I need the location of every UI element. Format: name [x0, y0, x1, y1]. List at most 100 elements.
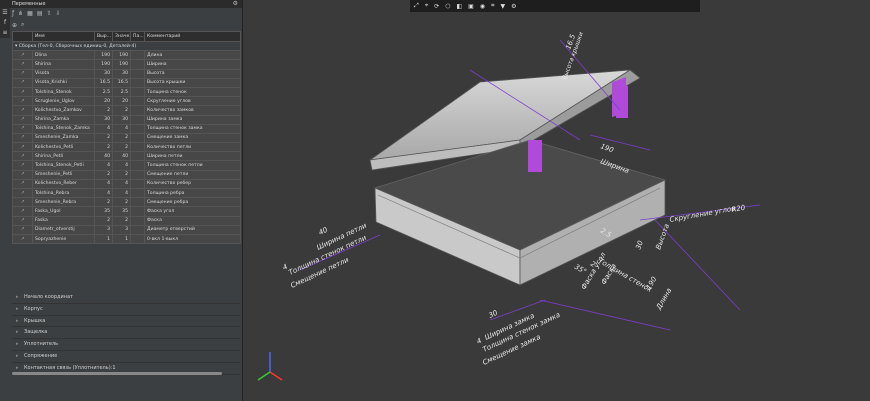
expand-arrow-icon[interactable]: ▸	[16, 316, 19, 327]
table-row[interactable]: ↗ Scruglenie_Uglov 20 20 Скругление углов	[12, 96, 241, 107]
cell-parameter[interactable]	[130, 123, 145, 134]
cell-parameter[interactable]	[130, 215, 145, 226]
cell-comment[interactable]: Скругление углов	[144, 96, 241, 107]
cell-parameter[interactable]	[130, 233, 145, 245]
cell-comment[interactable]: Толщина стенок петли	[144, 160, 241, 171]
col-expression[interactable]: Выр...	[94, 31, 113, 42]
cell-comment[interactable]: Длина	[144, 50, 241, 61]
cell-comment[interactable]: Толщина ребра	[144, 187, 241, 199]
cell-expression[interactable]: 2	[94, 215, 113, 226]
table-row[interactable]: ↗ Tolshina_Stenok_Zamka 4 4 Толщина стенок з…	[12, 123, 241, 134]
cell-comment[interactable]: Фаска	[144, 215, 241, 226]
cell-expression[interactable]: 35	[94, 206, 113, 217]
section-item[interactable]: ▸ Корпус	[12, 304, 240, 316]
visibility-icon[interactable]: ◉	[480, 3, 485, 10]
rotate-icon[interactable]: ⟳	[434, 3, 439, 10]
cell-parameter[interactable]	[130, 187, 145, 199]
cell-name[interactable]: Shirina_Petli	[32, 151, 95, 162]
variable-link-icon[interactable]: ↗	[12, 151, 33, 162]
cell-value[interactable]: 2	[112, 215, 131, 226]
cell-value[interactable]: 2	[112, 105, 131, 116]
cell-expression[interactable]: 16.5	[94, 77, 113, 88]
cell-value[interactable]: 40	[112, 151, 131, 162]
cell-comment[interactable]: Ширина петли	[144, 151, 241, 162]
filter-view-icon[interactable]: ▼	[500, 3, 505, 10]
cell-value[interactable]: 30	[112, 114, 131, 125]
section-item[interactable]: ▸ Начало координат	[12, 292, 240, 304]
fx-tab-icon[interactable]: f	[0, 18, 10, 28]
display-mode-icon[interactable]: ◧	[456, 3, 462, 10]
variable-link-icon[interactable]: ↗	[12, 197, 33, 208]
variable-link-icon[interactable]: ↗	[12, 178, 33, 190]
variable-link-icon[interactable]: ↗	[12, 123, 33, 134]
cell-comment[interactable]: Смещение петли	[144, 169, 241, 180]
cell-name[interactable]: Shirina	[32, 59, 95, 70]
cell-expression[interactable]: 20	[94, 96, 113, 107]
cell-expression[interactable]: 2	[94, 132, 113, 144]
cell-name[interactable]: Sopryazhenie	[32, 233, 95, 245]
cell-parameter[interactable]	[130, 105, 145, 116]
measure-icon[interactable]: ⌗	[491, 2, 494, 10]
cell-expression[interactable]: 2	[94, 169, 113, 180]
cell-value[interactable]: 4	[112, 178, 131, 190]
table-row[interactable]: ↗ Visota 30 30 Высота	[12, 68, 241, 79]
cell-name[interactable]: Tolshina_Stenok_Zamka	[32, 123, 95, 134]
cell-value[interactable]: 4	[112, 160, 131, 171]
arrow-down-icon[interactable]: ⇩	[56, 10, 61, 17]
cell-name[interactable]: Faska_Ugol	[32, 206, 95, 217]
expand-arrow-icon[interactable]: ▸	[16, 304, 19, 315]
cell-expression[interactable]: 2	[94, 197, 113, 208]
assembly-group-row[interactable]: ▾ Сборка (Тел-0, Сборочных единиц-0, Дет…	[12, 40, 241, 52]
cell-parameter[interactable]	[130, 50, 145, 61]
table-row[interactable]: ↗ Smeshenie_Petli 2 2 Смещение петли	[12, 169, 241, 180]
table-row[interactable]: ↗ Shirina_Zamka 30 30 Ширина замка	[12, 114, 241, 125]
table-row[interactable]: ↗ Kolichestvo_Petli 2 2 Количество петли	[12, 142, 241, 153]
3d-viewport[interactable]: 16.5 Высота крышки 190 Ширина R20 Скругл…	[243, 0, 870, 401]
table-row[interactable]: ↗ Tolshina_Rebra 4 4 Толщина ребра	[12, 187, 241, 199]
cell-value[interactable]: 3	[112, 224, 131, 235]
cell-comment[interactable]: Диаметр отверстий	[144, 224, 241, 235]
table-row[interactable]: ↗ Faska_Ugol 35 35 Фаска угол	[12, 206, 241, 217]
variable-link-icon[interactable]: ↗	[12, 132, 33, 144]
cell-parameter[interactable]	[130, 132, 145, 144]
cell-parameter[interactable]	[130, 59, 145, 70]
cell-value[interactable]: 2	[112, 169, 131, 180]
variable-link-icon[interactable]: ↗	[12, 233, 33, 245]
variable-link-icon[interactable]: ↗	[12, 206, 33, 217]
cell-value[interactable]: 2	[112, 197, 131, 208]
cell-value[interactable]: 190	[112, 50, 131, 61]
cell-parameter[interactable]	[130, 142, 145, 153]
table-row[interactable]: ↗ Tolshina_Stenok_Petli 4 4 Толщина стенок п…	[12, 160, 241, 171]
add-variable-icon[interactable]: ⊕	[12, 22, 17, 29]
table-row[interactable]: ↗ Smeshenie_Zamka 2 2 Смещение замка	[12, 132, 241, 144]
table-row[interactable]: ↗ Sopryazhenie 1 1 0-вкл 1-выкл	[12, 233, 241, 245]
expand-arrow-icon[interactable]: ▸	[16, 327, 19, 338]
tree-icon[interactable]: ⋔	[18, 10, 23, 17]
cell-value[interactable]: 16.5	[112, 77, 131, 88]
cell-name[interactable]: Smeshenie_Petli	[32, 169, 95, 180]
cell-name[interactable]: Tolshina_Stenok	[32, 86, 95, 98]
table-row[interactable]: ↗ Faska 2 2 Фаска	[12, 215, 241, 226]
table-row[interactable]: ↗ Smeshenie_Rebra 2 2 Смещение ребра	[12, 197, 241, 208]
cell-expression[interactable]: 3	[94, 224, 113, 235]
table-row[interactable]: ↗ Shirina_Petli 40 40 Ширина петли	[12, 151, 241, 162]
cell-parameter[interactable]	[130, 96, 145, 107]
col-name[interactable]: Имя	[32, 31, 95, 42]
cell-expression[interactable]: 1	[94, 233, 113, 245]
cell-parameter[interactable]	[130, 169, 145, 180]
cell-comment[interactable]: Ширина	[144, 59, 241, 70]
variable-link-icon[interactable]: ↗	[12, 142, 33, 153]
cell-value[interactable]: 1	[112, 233, 131, 245]
cell-comment[interactable]: Толщина стенок	[144, 86, 241, 98]
cell-comment[interactable]: Ширина замка	[144, 114, 241, 125]
variable-link-icon[interactable]: ↗	[12, 215, 33, 226]
col-comment[interactable]: Комментарий	[144, 31, 241, 42]
pan-icon[interactable]: ⌖	[425, 2, 428, 10]
gear-icon[interactable]: ⚙	[233, 0, 238, 8]
cell-expression[interactable]: 2.5	[94, 86, 113, 98]
cell-parameter[interactable]	[130, 114, 145, 125]
section-item[interactable]: ▸ Сопряжение	[12, 351, 240, 363]
cell-expression[interactable]: 4	[94, 187, 113, 199]
cell-value[interactable]: 2	[112, 142, 131, 153]
tree-tab-icon[interactable]: ☰	[0, 8, 10, 18]
